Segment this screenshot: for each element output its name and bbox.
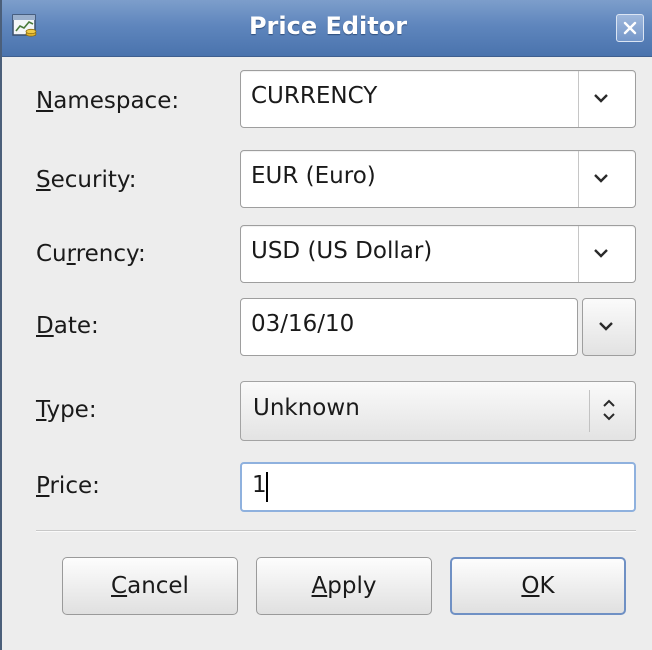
security-label: Security: [36, 167, 137, 193]
cancel-button[interactable]: Cancel [62, 557, 238, 615]
ok-button[interactable]: OK [450, 557, 626, 615]
namespace-separator [578, 71, 579, 127]
price-editor-dialog: Price Editor Namespace: CURRENCY Securit… [0, 0, 652, 650]
currency-value[interactable]: USD (US Dollar) [251, 238, 432, 264]
security-separator [578, 151, 579, 207]
price-label: Price: [36, 473, 100, 499]
window-title: Price Editor [248, 12, 408, 40]
currency-combo[interactable]: USD (US Dollar) [240, 225, 636, 283]
date-picker-button[interactable] [582, 298, 636, 356]
namespace-label: Namespace: [36, 88, 180, 114]
up-down-arrows-icon [603, 399, 615, 421]
type-select[interactable]: Unknown [240, 381, 636, 441]
security-combo[interactable]: EUR (Euro) [240, 150, 636, 208]
type-label: Type: [36, 397, 97, 423]
price-value[interactable]: 1 [252, 472, 267, 498]
apply-button[interactable]: Apply [256, 557, 432, 615]
security-value[interactable]: EUR (Euro) [251, 163, 376, 189]
namespace-combo[interactable]: CURRENCY [240, 70, 636, 128]
title-bar[interactable]: Price Editor [2, 0, 652, 57]
text-caret [266, 472, 268, 502]
chevron-down-icon[interactable] [592, 171, 610, 185]
date-label: Date: [36, 313, 99, 339]
chevron-down-icon[interactable] [592, 246, 610, 260]
date-value[interactable]: 03/16/10 [251, 311, 354, 337]
currency-separator [578, 226, 579, 282]
type-separator [589, 390, 590, 432]
divider [36, 530, 636, 532]
currency-label: Currency: [36, 241, 146, 267]
chevron-down-icon [599, 322, 613, 331]
namespace-value[interactable]: CURRENCY [251, 83, 377, 109]
close-icon [623, 21, 637, 35]
type-value: Unknown [253, 395, 360, 421]
date-entry[interactable]: 03/16/10 [240, 298, 578, 356]
price-entry[interactable]: 1 [240, 462, 636, 512]
close-button[interactable] [616, 14, 644, 42]
chevron-down-icon[interactable] [592, 91, 610, 105]
